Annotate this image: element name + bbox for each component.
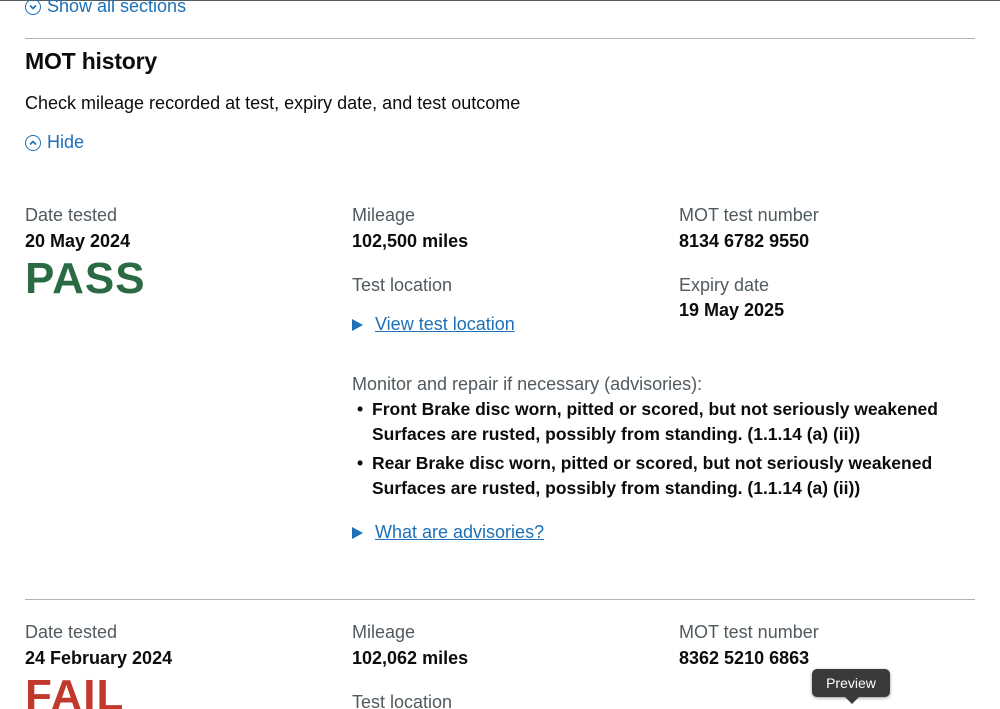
test-2-mileage-column: Mileage 102,062 miles Test location [352, 621, 468, 709]
divider [25, 38, 975, 39]
mot-test-number-label: MOT test number [679, 205, 819, 225]
what-are-advisories-toggle[interactable]: What are advisories? [352, 522, 962, 543]
test-1-number-column: MOT test number 8134 6782 9550 Expiry da… [679, 204, 819, 322]
mot-test-number: 8362 5210 6863 [679, 648, 810, 668]
test-date: 20 May 2024 [25, 231, 131, 251]
mot-history-page: Show all sections MOT history Check mile… [0, 0, 1000, 709]
test-2-date-column: Date tested 24 February 2024 FAIL [25, 621, 172, 709]
test-location-label: Test location [352, 692, 453, 709]
advisory-item: Rear Brake disc worn, pitted or scored, … [357, 451, 962, 501]
test-location-label: Test location [352, 275, 453, 295]
advisories-list: Front Brake disc worn, pitted or scored,… [352, 397, 962, 501]
mileage-value: 102,500 miles [352, 231, 469, 251]
test-result-pass: PASS [25, 254, 146, 303]
triangle-right-icon [352, 526, 363, 539]
test-2-number-column: MOT test number 8362 5210 6863 [679, 621, 819, 670]
test-1-mileage-column: Mileage 102,500 miles Test location View… [352, 204, 952, 335]
test-date: 24 February 2024 [25, 648, 173, 668]
section-title: MOT history [25, 48, 157, 74]
chevron-up-icon [25, 134, 41, 151]
date-tested-label: Date tested [25, 205, 118, 225]
show-all-sections-button[interactable]: Show all sections [25, 0, 186, 17]
mileage-label: Mileage [352, 205, 416, 225]
advisories-intro: Monitor and repair if necessary (advisor… [352, 374, 703, 394]
hide-section-button[interactable]: Hide [25, 132, 84, 153]
divider [25, 599, 975, 600]
advisories-block: Monitor and repair if necessary (advisor… [352, 373, 962, 543]
section-description: Check mileage recorded at test, expiry d… [25, 93, 521, 113]
date-tested-label: Date tested [25, 622, 118, 642]
preview-tooltip: Preview [812, 669, 890, 704]
show-all-sections-label: Show all sections [47, 0, 187, 16]
mileage-value: 102,062 miles [352, 648, 469, 668]
chevron-down-icon [25, 0, 41, 15]
view-test-location-toggle[interactable]: View test location [352, 314, 952, 335]
test-1-date-column: Date tested 20 May 2024 PASS [25, 204, 146, 303]
expiry-date-label: Expiry date [679, 275, 770, 295]
mot-test-number-label: MOT test number [679, 622, 819, 642]
advisory-item: Front Brake disc worn, pitted or scored,… [357, 397, 962, 447]
view-test-location-link[interactable]: View test location [375, 314, 515, 335]
mot-test-number: 8134 6782 9550 [679, 231, 810, 251]
mileage-label: Mileage [352, 622, 416, 642]
hide-label: Hide [47, 132, 85, 152]
expiry-date-value: 19 May 2025 [679, 300, 785, 320]
what-are-advisories-link[interactable]: What are advisories? [375, 522, 544, 543]
triangle-right-icon [352, 318, 363, 331]
test-result-fail: FAIL [25, 671, 125, 709]
